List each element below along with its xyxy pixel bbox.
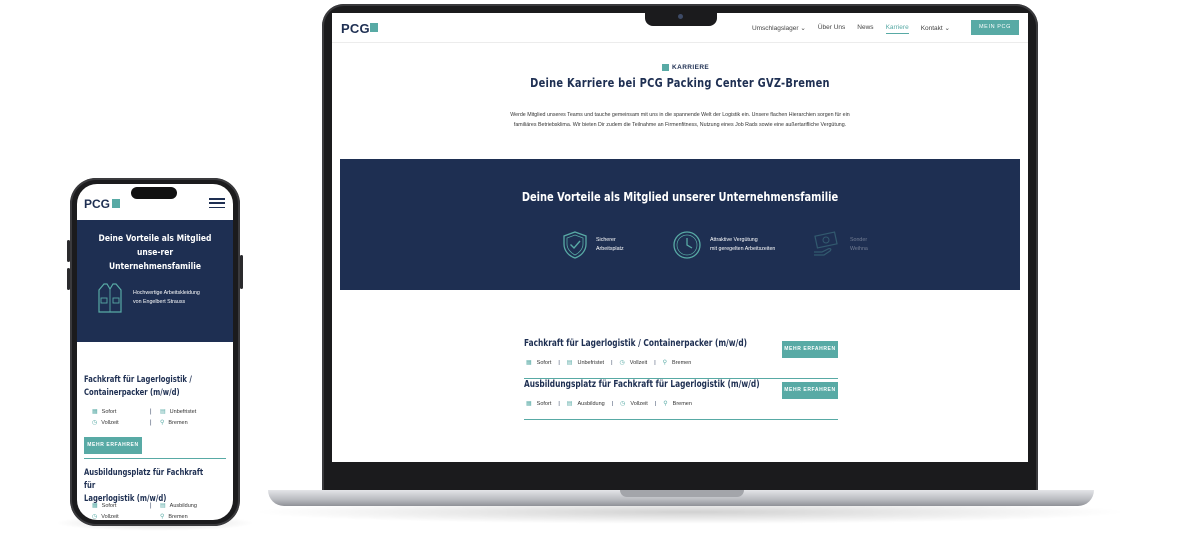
benefit-line2: Weihna	[850, 246, 868, 252]
calendar-icon: ▦	[526, 360, 532, 366]
desktop-page: PCG Umschlagslager ⌄ Über Uns News Karri…	[332, 13, 1028, 462]
job-title[interactable]: Fachkraft für Lagerlogistik / Containerp…	[524, 338, 747, 349]
job-meta: ▦ Sofort | ▤ Unbefristet | ◷ Vollzeit | ⚲ Br…	[526, 359, 692, 367]
job-start: ▦ Sofort	[92, 408, 117, 416]
calendar-icon: ▦	[92, 409, 98, 415]
job-hours: Vollzeit	[629, 359, 648, 366]
shield-check-icon	[563, 231, 587, 259]
clock-icon: ◷	[619, 360, 625, 366]
mehr-erfahren-button[interactable]: MEHR ERFAHREN	[782, 341, 838, 358]
benefit-line1: Sicherer	[596, 237, 616, 243]
clock-icon: ◷	[620, 401, 626, 407]
job-title[interactable]: Ausbildungsplatz für Fachkraft für Lager…	[524, 379, 760, 390]
job-term: ▤ Unbefristet	[160, 408, 197, 416]
nav-item-news[interactable]: News	[857, 24, 873, 34]
location-pin-icon: ⚲	[662, 360, 668, 366]
phone-side-button	[67, 268, 70, 290]
benefit-line2: von Engelbert Strauss	[133, 299, 186, 305]
clock-icon: ◷	[92, 514, 98, 520]
job-location: Bremen	[672, 400, 692, 407]
vest-icon	[98, 283, 122, 313]
job-location: ⚲ Bremen	[160, 419, 188, 427]
job-start: Sofort	[536, 400, 552, 407]
camera-icon	[678, 14, 683, 19]
job-hours: Vollzeit	[630, 400, 648, 407]
phone-side-button	[67, 240, 70, 262]
kicker-square-icon	[662, 64, 669, 71]
benefit-item: Attraktive Vergütung mit geregelten Arbe…	[672, 230, 775, 260]
location-pin-icon: ⚲	[160, 420, 165, 426]
nav-item-kontakt[interactable]: Kontakt ⌄	[921, 24, 950, 34]
logo-square-icon	[112, 199, 120, 208]
phone-side-button	[240, 255, 243, 289]
dynamic-island	[131, 187, 177, 199]
pcg-logo[interactable]: PCG	[341, 21, 370, 36]
benefits-title: Deine Vorteile als Mitglied unserer Unte…	[521, 190, 839, 204]
job-location: ⚲ Bremen	[160, 513, 188, 521]
nav-item-ueber-uns[interactable]: Über Uns	[818, 24, 845, 34]
benefit-item: Sonder Weihna	[812, 230, 868, 260]
clock-icon	[673, 231, 701, 259]
job-start: ▦ Sofort	[92, 502, 117, 510]
benefit-line1: Hochwertige Arbeitskleidung	[133, 290, 200, 296]
job-location: Bremen	[672, 359, 692, 366]
job-hours: ◷ Vollzeit	[92, 513, 119, 521]
calendar-icon: ▦	[92, 503, 98, 509]
pcg-logo[interactable]: PCG	[84, 197, 110, 211]
benefit-line2: Arbeitsplatz	[596, 246, 624, 252]
calendar-icon: ▦	[526, 401, 532, 407]
document-icon: ▤	[160, 503, 166, 509]
device-mockup-stage: PCG Umschlagslager ⌄ Über Uns News Karri…	[0, 0, 1200, 550]
divider	[84, 458, 226, 459]
nav-item-umschlagslager[interactable]: Umschlagslager ⌄	[752, 24, 806, 34]
job-hours: ◷ Vollzeit	[92, 419, 119, 427]
job-meta: ▦ Sofort | ▤ Ausbildung | ◷ Vollzeit | ⚲ Bre…	[526, 400, 692, 408]
benefit-line2: mit geregelten Arbeitszeiten	[710, 246, 776, 252]
job-listing: Fachkraft für Lagerlogistik / Containerp…	[524, 338, 838, 379]
main-nav: Umschlagslager ⌄ Über Uns News Karriere …	[752, 24, 950, 34]
benefit-item: Sicherer Arbeitsplatz	[562, 230, 624, 260]
job-listing: Ausbildungsplatz für Fachkraft für Lager…	[524, 379, 838, 420]
nav-item-karriere[interactable]: Karriere	[885, 24, 909, 34]
hamburger-menu-icon[interactable]	[209, 198, 225, 209]
benefits-band: Deine Vorteile als Mitglied unse-rer Unt…	[77, 220, 233, 342]
laptop-base-notch	[620, 490, 744, 497]
job-title[interactable]: Ausbildungsplatz für Fachkraft für Lager…	[84, 467, 213, 506]
mobile-page: PCG Deine Vorteile als Mitglied unse-rer…	[77, 184, 233, 520]
location-pin-icon: ⚲	[160, 514, 165, 520]
section-kicker: KARRIERE	[672, 64, 710, 71]
clock-icon: ◷	[92, 420, 98, 426]
benefits-band: Deine Vorteile als Mitglied unserer Unte…	[340, 159, 1020, 290]
mein-pcg-button[interactable]: MEIN PCG	[971, 20, 1019, 35]
benefit-line1: Attraktive Vergütung	[710, 237, 758, 243]
job-term: ▤ Ausbildung	[160, 502, 197, 510]
benefit-item: Hochwertige Arbeitskleidung von Engelber…	[97, 282, 200, 314]
job-term: Ausbildung	[577, 400, 605, 407]
mehr-erfahren-button[interactable]: MEHR ERFAHREN	[84, 437, 142, 454]
benefits-title: Deine Vorteile als Mitglied unse-rer Unt…	[98, 234, 212, 272]
document-icon: ▤	[160, 409, 166, 415]
location-pin-icon: ⚲	[663, 401, 668, 407]
job-title[interactable]: Fachkraft für Lagerlogistik / Containerp…	[84, 374, 213, 400]
logo-square-icon	[370, 23, 378, 32]
money-hand-icon	[814, 231, 838, 256]
document-icon: ▤	[566, 360, 573, 366]
document-icon: ▤	[566, 401, 573, 407]
benefit-line1: Sonder	[850, 237, 868, 243]
intro-text: Werde Mitglied unseres Teams und tauche …	[510, 112, 850, 128]
job-start: Sofort	[536, 359, 552, 366]
job-term: Unbefristet	[577, 359, 605, 366]
mehr-erfahren-button[interactable]: MEHR ERFAHREN	[782, 382, 838, 399]
page-title: Deine Karriere bei PCG Packing Center GV…	[530, 76, 830, 90]
